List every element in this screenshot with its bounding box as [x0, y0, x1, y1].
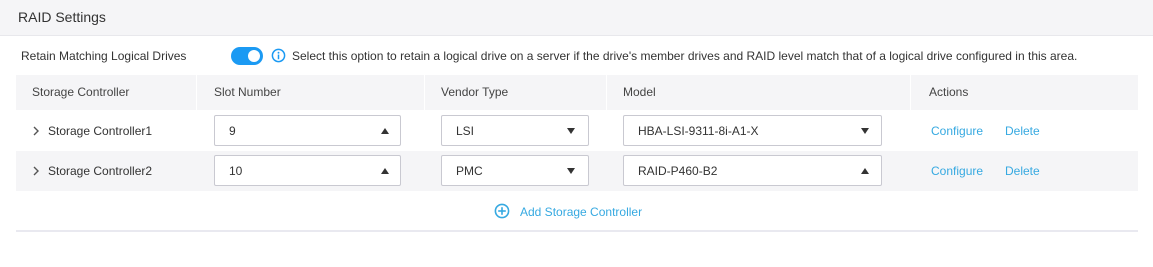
table-header: Storage Controller Slot Number Vendor Ty…: [16, 75, 1138, 110]
vendor-type-select[interactable]: LSI: [441, 115, 589, 146]
caret-up-icon: [861, 168, 869, 174]
vendor-type-select[interactable]: PMC: [441, 155, 589, 186]
configure-link[interactable]: Configure: [931, 124, 983, 138]
info-icon: [271, 48, 286, 63]
retain-label: Retain Matching Logical Drives: [21, 49, 187, 63]
chevron-right-icon[interactable]: [31, 165, 41, 177]
retain-description: Select this option to retain a logical d…: [292, 49, 1078, 63]
vendor-type-value: PMC: [456, 164, 483, 178]
header-divider: [424, 75, 425, 110]
slot-number-value: 10: [229, 164, 243, 178]
header-model: Model: [623, 85, 656, 99]
caret-down-icon: [567, 128, 575, 134]
add-storage-controller-button[interactable]: Add Storage Controller: [520, 205, 642, 219]
table-row: Storage Controller2 10 PMC RAID-P460-B2 …: [16, 151, 1138, 191]
slot-number-value: 9: [229, 124, 236, 138]
retain-toggle[interactable]: [231, 47, 263, 65]
delete-link[interactable]: Delete: [1005, 124, 1040, 138]
model-value: RAID-P460-B2: [638, 164, 718, 178]
model-select[interactable]: RAID-P460-B2: [623, 155, 882, 186]
header-vendor-type: Vendor Type: [441, 85, 509, 99]
header-actions: Actions: [929, 85, 969, 99]
model-value: HBA-LSI-9311-8i-A1-X: [638, 124, 759, 138]
header-storage-controller: Storage Controller: [32, 85, 130, 99]
caret-down-icon: [861, 128, 869, 134]
controller-name: Storage Controller2: [48, 164, 153, 178]
slot-number-stepper[interactable]: 10: [214, 155, 401, 186]
toggle-knob: [248, 50, 260, 62]
header-divider: [196, 75, 197, 110]
vendor-type-value: LSI: [456, 124, 475, 138]
model-select[interactable]: HBA-LSI-9311-8i-A1-X: [623, 115, 882, 146]
configure-link[interactable]: Configure: [931, 164, 983, 178]
chevron-right-icon[interactable]: [31, 125, 41, 137]
slot-number-stepper[interactable]: 9: [214, 115, 401, 146]
add-controller-row: Add Storage Controller: [16, 191, 1138, 232]
table-row: Storage Controller1 9 LSI HBA-LSI-9311-8…: [16, 111, 1138, 151]
caret-up-icon: [381, 168, 389, 174]
delete-link[interactable]: Delete: [1005, 164, 1040, 178]
caret-down-icon: [567, 168, 575, 174]
controller-name: Storage Controller1: [48, 124, 153, 138]
section-title: RAID Settings: [18, 9, 106, 25]
section-header: RAID Settings: [0, 0, 1153, 36]
header-slot-number: Slot Number: [214, 85, 281, 99]
header-divider: [606, 75, 607, 110]
header-divider: [910, 75, 911, 110]
plus-circle-icon[interactable]: [494, 203, 510, 219]
caret-up-icon: [381, 128, 389, 134]
